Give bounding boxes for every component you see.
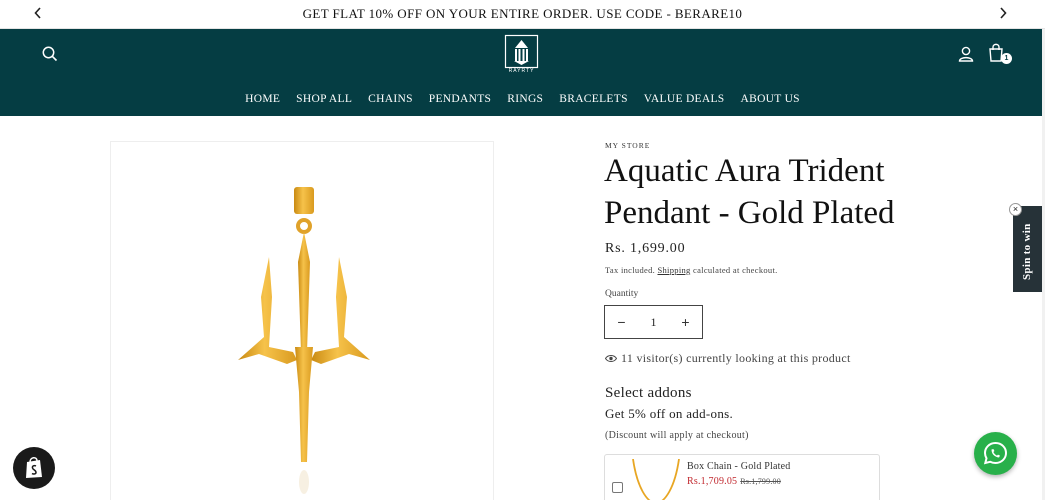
- shopify-button[interactable]: [13, 447, 55, 489]
- nav-item-value-deals[interactable]: VALUE DEALS: [636, 93, 733, 105]
- visitors-indicator: 11 visitor(s) currently looking at this …: [605, 351, 851, 366]
- nav-item-shop-all[interactable]: SHOP ALL: [288, 93, 360, 105]
- shopify-bag-icon: [26, 457, 42, 478]
- trident-pendant-image: [238, 187, 370, 494]
- addons-note: (Discount will apply at checkout): [605, 430, 749, 441]
- addon-sale-price: Rs.1,709.05: [687, 476, 738, 487]
- spin-to-win-tab[interactable]: Spin to win: [1013, 206, 1045, 292]
- visitors-text: 11 visitor(s) currently looking at this …: [621, 351, 851, 365]
- box-chain-image: [632, 459, 680, 500]
- product-vendor: MY STORE: [605, 141, 651, 150]
- nav-item-rings[interactable]: RINGS: [499, 93, 551, 105]
- whatsapp-icon: [983, 441, 1008, 465]
- brand-logo[interactable]: RAYRTY: [504, 34, 539, 74]
- quantity-increase-button[interactable]: +: [669, 306, 702, 338]
- account-button[interactable]: [956, 44, 976, 64]
- addon-checkbox[interactable]: [612, 482, 623, 493]
- product-price: Rs. 1,699.00: [605, 241, 686, 256]
- main-nav: HOME SHOP ALL CHAINS PENDANTS RINGS BRAC…: [0, 93, 1045, 105]
- account-icon: [958, 46, 974, 62]
- nav-item-chains[interactable]: CHAINS: [360, 93, 421, 105]
- addon-item[interactable]: Box Chain - Gold Plated Rs.1,709.05 Rs.1,…: [604, 454, 880, 500]
- announcement-prev-button[interactable]: [34, 7, 42, 22]
- addons-subtitle: Get 5% off on add-ons.: [605, 406, 734, 421]
- brand-logo-text: RAYRTY: [508, 68, 535, 74]
- announcement-next-button[interactable]: [999, 7, 1007, 22]
- addon-price: Rs.1,709.05 Rs.1,799.00: [687, 476, 781, 487]
- product-title: Aquatic Aura Trident Pendant - Gold Plat…: [604, 153, 895, 231]
- site-header: RAYRTY 1 HOME SHOP ALL CHAINS PENDANTS R…: [0, 29, 1045, 116]
- quantity-stepper: − +: [604, 305, 703, 339]
- announcement-bar: GET FLAT 10% OFF ON YOUR ENTIRE ORDER. U…: [0, 0, 1045, 29]
- announcement-text: GET FLAT 10% OFF ON YOUR ENTIRE ORDER. U…: [302, 6, 743, 21]
- addon-compare-price: Rs.1,799.00: [740, 477, 781, 486]
- cart-count-badge: 1: [1001, 53, 1012, 64]
- chevron-left-icon: [34, 7, 41, 19]
- search-button[interactable]: [40, 44, 60, 64]
- nav-item-about-us[interactable]: ABOUT US: [733, 93, 808, 105]
- tax-prefix: Tax included.: [605, 265, 656, 275]
- quantity-label: Quantity: [605, 289, 639, 299]
- quantity-decrease-button[interactable]: −: [605, 306, 638, 338]
- addons-title: Select addons: [605, 385, 692, 401]
- nav-item-bracelets[interactable]: BRACELETS: [551, 93, 636, 105]
- product-image[interactable]: [110, 141, 494, 500]
- search-icon: [42, 46, 58, 62]
- quantity-input[interactable]: [638, 314, 669, 330]
- spin-close-button[interactable]: ×: [1009, 203, 1022, 216]
- tax-suffix: calculated at checkout.: [693, 265, 778, 275]
- shipping-link[interactable]: Shipping: [657, 265, 690, 275]
- whatsapp-button[interactable]: [974, 432, 1017, 475]
- chevron-right-icon: [1000, 7, 1007, 19]
- spin-to-win-label: Spin to win: [1021, 223, 1033, 281]
- tax-note: Tax included. Shipping calculated at che…: [605, 265, 778, 275]
- addon-name: Box Chain - Gold Plated: [687, 461, 791, 472]
- cart-button[interactable]: 1: [986, 42, 1012, 66]
- nav-item-home[interactable]: HOME: [237, 93, 288, 105]
- nav-item-pendants[interactable]: PENDANTS: [421, 93, 499, 105]
- eye-icon: [605, 355, 617, 362]
